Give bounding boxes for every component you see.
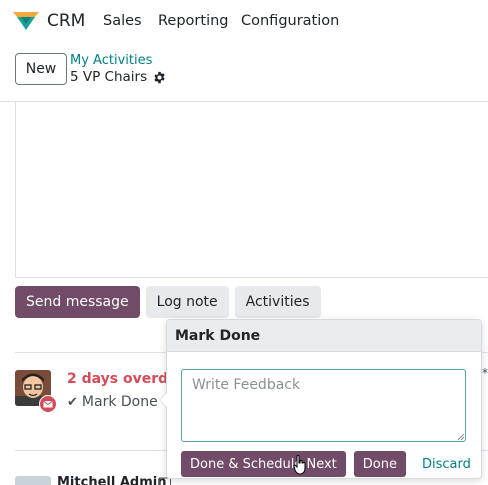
- done-schedule-next-button[interactable]: Done & Schedule Next: [181, 451, 346, 477]
- check-icon: ✔: [67, 394, 78, 410]
- mark-done-link[interactable]: ✔ Mark Done: [67, 394, 158, 410]
- message-author[interactable]: Mitchell Admin: [57, 475, 166, 485]
- top-navbar: CRM Sales Reporting Configuration: [0, 0, 488, 44]
- popover-actions: Done & Schedule Next Done Discard: [181, 451, 479, 477]
- breadcrumb[interactable]: My Activities: [70, 53, 152, 68]
- resize-handle-icon[interactable]: [457, 433, 465, 441]
- activities-button[interactable]: Activities: [234, 286, 321, 318]
- asterisk-icon: *: [482, 366, 488, 380]
- form-sheet: [15, 102, 488, 278]
- popover-arrow: [159, 392, 167, 408]
- gear-icon[interactable]: [153, 71, 166, 84]
- record-title: 5 VP Chairs: [70, 69, 166, 85]
- hand-cursor-icon: [293, 455, 306, 475]
- menu-configuration[interactable]: Configuration: [241, 13, 339, 29]
- popover-title: Mark Done: [167, 320, 481, 352]
- new-button[interactable]: New: [15, 53, 67, 85]
- crm-logo-icon[interactable]: [13, 12, 39, 30]
- avatar: [15, 476, 51, 485]
- discard-button[interactable]: Discard: [414, 451, 479, 477]
- send-message-button[interactable]: Send message: [15, 286, 140, 318]
- mark-done-popover: Mark Done Done & Schedule Next Done Disc…: [159, 319, 482, 479]
- menu-reporting[interactable]: Reporting: [158, 13, 229, 29]
- chatter-toolbar: Send message Log note Activities: [15, 286, 321, 318]
- record-title-label: 5 VP Chairs: [70, 69, 148, 85]
- control-panel: New My Activities 5 VP Chairs: [0, 44, 488, 102]
- log-note-button[interactable]: Log note: [145, 286, 229, 318]
- feedback-input[interactable]: [181, 369, 466, 442]
- activity-type-badge: [39, 395, 57, 413]
- app-name[interactable]: CRM: [47, 11, 85, 31]
- mark-done-label: Mark Done: [81, 394, 158, 410]
- done-button[interactable]: Done: [353, 451, 406, 477]
- envelope-icon: [40, 396, 56, 412]
- menu-sales[interactable]: Sales: [103, 13, 142, 29]
